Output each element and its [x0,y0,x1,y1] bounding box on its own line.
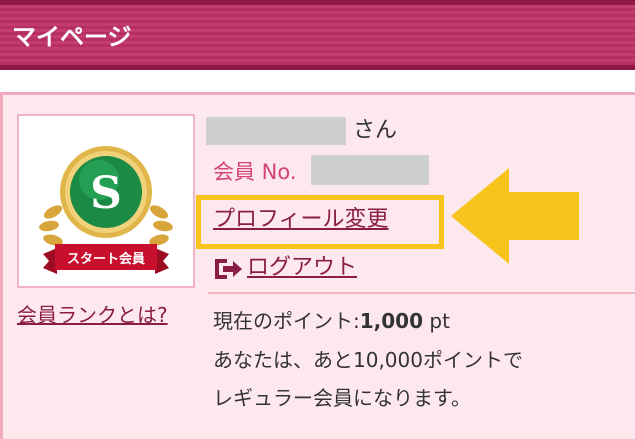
mypage-panel: S スタート会員 さん 会員 No. プロフィール変更 ログアウト 会員ランクと… [0,92,635,439]
rank-badge-icon: S スタート会員 [39,146,173,274]
badge-caption: スタート会員 [67,251,145,267]
points-unit: pt [429,309,450,333]
page-header: マイページ [0,0,635,70]
badge-letter: S [90,168,122,219]
logout-icon [215,259,242,279]
rank-up-notice-line1: あなたは、あと10,000ポイントで [213,348,523,372]
logout-link[interactable]: ログアウト [247,253,357,283]
section-divider [208,292,635,294]
member-number-label: 会員 No. [213,160,297,184]
rank-up-notice-line2: レギュラー会員になります。 [213,386,471,410]
current-points: 現在のポイント:1,000 pt [213,307,450,335]
member-rank-badge: S スタート会員 [17,114,195,288]
member-rank-link[interactable]: 会員ランクとは? [17,301,168,329]
page-title: マイページ [12,23,132,51]
profile-change-link[interactable]: プロフィール変更 [213,205,389,235]
masked-member-number [311,155,429,185]
points-value: 1,000 [359,309,424,333]
arrow-left-icon [451,168,579,264]
name-suffix: さん [353,118,398,143]
masked-user-name [206,117,346,145]
points-label: 現在のポイント: [213,309,360,333]
